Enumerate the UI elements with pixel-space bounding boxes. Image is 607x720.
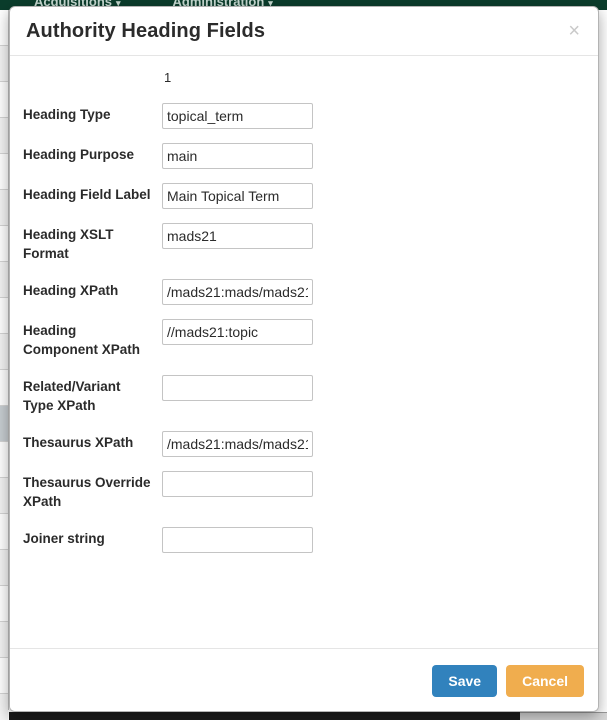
field-cell-heading-component-xpath xyxy=(162,312,338,368)
field-spacer xyxy=(338,424,598,464)
column-header-blank xyxy=(10,70,162,96)
field-label-heading-field-label: Heading Field Label xyxy=(23,187,151,202)
background-table-row xyxy=(0,478,8,514)
field-cell-heading-purpose xyxy=(162,136,338,176)
field-cell-joiner-string xyxy=(162,520,338,560)
page-bottom-strip xyxy=(9,712,607,720)
authority-heading-fields-modal: Authority Heading Fields × 1 Heading Typ… xyxy=(9,6,599,712)
joiner-string-input[interactable] xyxy=(162,527,313,553)
heading-field-label-input[interactable] xyxy=(162,183,313,209)
table-row: Heading Field Label xyxy=(10,176,598,216)
field-label-thesaurus-xpath: Thesaurus XPath xyxy=(23,435,134,450)
background-table-row xyxy=(0,334,8,370)
background-table-row xyxy=(0,10,8,46)
field-label-heading-xslt-format: Heading XSLT Format xyxy=(23,227,114,261)
field-spacer xyxy=(338,136,598,176)
thesaurus-override-xpath-input[interactable] xyxy=(162,471,313,497)
background-table xyxy=(0,10,9,720)
background-table-row xyxy=(0,190,8,226)
modal-header: Authority Heading Fields × xyxy=(10,7,598,56)
field-spacer xyxy=(338,368,598,424)
background-table-row xyxy=(0,694,8,720)
background-table-row xyxy=(0,118,8,154)
heading-xpath-input[interactable] xyxy=(162,279,313,305)
table-row: Heading Type xyxy=(10,96,598,136)
table-row: Related/Variant Type XPath xyxy=(10,368,598,424)
modal-footer: Save Cancel xyxy=(10,648,598,711)
field-label-heading-type: Heading Type xyxy=(23,107,111,122)
column-header-spacer xyxy=(338,70,598,96)
thesaurus-xpath-input[interactable] xyxy=(162,431,313,457)
cancel-button[interactable]: Cancel xyxy=(506,665,584,697)
field-spacer xyxy=(338,96,598,136)
heading-fields-table: 1 Heading Type Heading Purpose xyxy=(10,70,598,560)
table-row: Heading Purpose xyxy=(10,136,598,176)
table-row: Heading XPath xyxy=(10,272,598,312)
field-cell-thesaurus-override-xpath xyxy=(162,464,338,520)
save-button[interactable]: Save xyxy=(432,665,498,697)
field-spacer xyxy=(338,176,598,216)
background-table-row xyxy=(0,82,8,118)
background-table-row xyxy=(0,514,8,550)
field-label-related-variant-type-xpath: Related/Variant Type XPath xyxy=(23,379,121,413)
field-spacer xyxy=(338,520,598,560)
heading-xslt-format-input[interactable] xyxy=(162,223,313,249)
field-label-heading-purpose: Heading Purpose xyxy=(23,147,135,162)
field-spacer xyxy=(338,216,598,272)
field-spacer xyxy=(338,312,598,368)
background-table-row xyxy=(0,658,8,694)
field-cell-thesaurus-xpath xyxy=(162,424,338,464)
field-cell-related-variant-type-xpath xyxy=(162,368,338,424)
background-table-row xyxy=(0,262,8,298)
background-table-row xyxy=(0,622,8,658)
background-table-row xyxy=(0,550,8,586)
background-table-row xyxy=(0,586,8,622)
background-table-row xyxy=(0,442,8,478)
field-spacer xyxy=(338,272,598,312)
related-variant-type-xpath-input[interactable] xyxy=(162,375,313,401)
modal-body: 1 Heading Type Heading Purpose xyxy=(10,56,598,648)
table-row: Joiner string xyxy=(10,520,598,560)
field-label-heading-xpath: Heading XPath xyxy=(23,283,119,298)
table-row: Heading XSLT Format xyxy=(10,216,598,272)
modal-title: Authority Heading Fields xyxy=(26,19,266,42)
field-cell-heading-xpath xyxy=(162,272,338,312)
field-cell-heading-xslt-format xyxy=(162,216,338,272)
table-header-row: 1 xyxy=(10,70,598,96)
background-table-row xyxy=(0,226,8,262)
horizontal-scrollbar[interactable] xyxy=(520,712,607,720)
heading-component-xpath-input[interactable] xyxy=(162,319,313,345)
field-label-heading-component-xpath: Heading Component XPath xyxy=(23,323,140,357)
table-row: Thesaurus XPath xyxy=(10,424,598,464)
heading-type-input[interactable] xyxy=(162,103,313,129)
column-header-1: 1 xyxy=(164,70,172,85)
heading-purpose-input[interactable] xyxy=(162,143,313,169)
table-row: Thesaurus Override XPath xyxy=(10,464,598,520)
background-table-row xyxy=(0,298,8,334)
field-cell-heading-field-label xyxy=(162,176,338,216)
background-table-row-highlighted xyxy=(0,406,8,442)
background-table-row xyxy=(0,154,8,190)
table-row: Heading Component XPath xyxy=(10,312,598,368)
field-spacer xyxy=(338,464,598,520)
background-table-row xyxy=(0,46,8,82)
field-label-thesaurus-override-xpath: Thesaurus Override XPath xyxy=(23,475,151,509)
field-cell-heading-type xyxy=(162,96,338,136)
background-table-row xyxy=(0,370,8,406)
close-icon[interactable]: × xyxy=(564,19,584,43)
field-label-joiner-string: Joiner string xyxy=(23,531,105,546)
